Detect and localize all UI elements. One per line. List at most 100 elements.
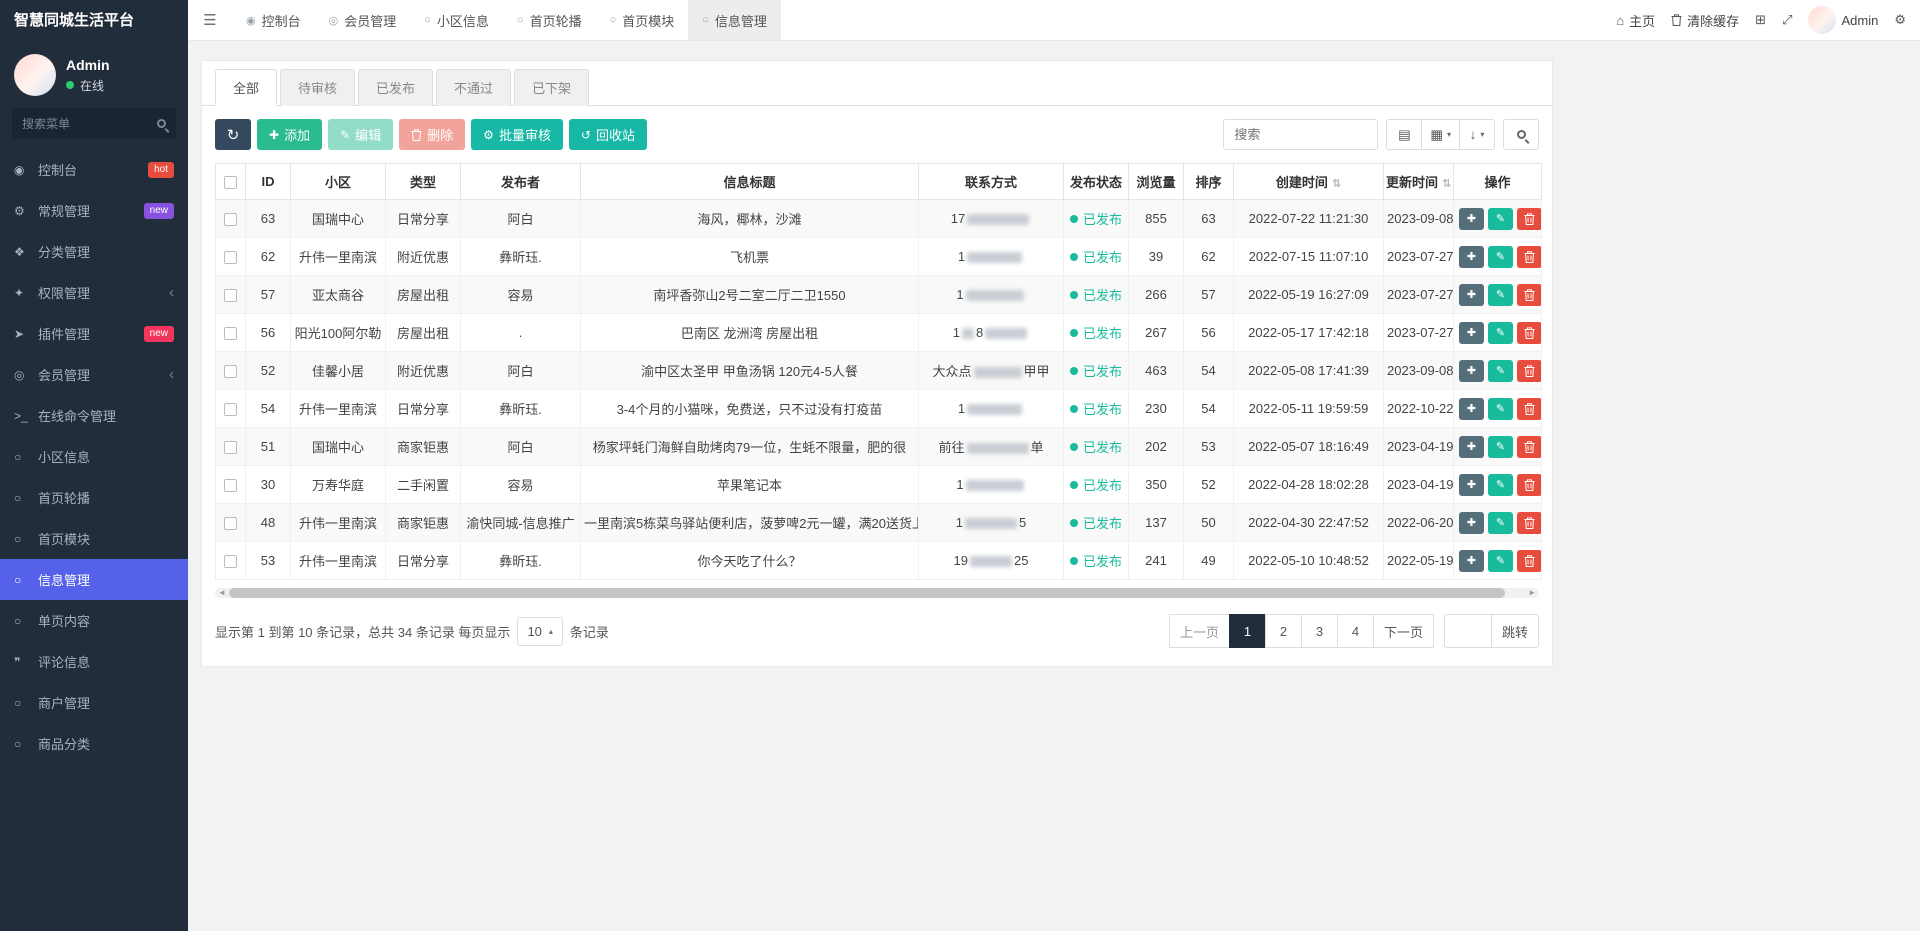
status-tab[interactable]: 全部: [215, 69, 277, 106]
menu-search-input[interactable]: [22, 117, 157, 131]
row-delete-button[interactable]: [1517, 474, 1542, 496]
row-checkbox[interactable]: [224, 479, 237, 492]
horizontal-scrollbar[interactable]: ◄ ►: [215, 588, 1539, 598]
row-checkbox[interactable]: [224, 251, 237, 264]
settings-button[interactable]: ⚙: [1894, 12, 1906, 28]
scrollbar-thumb[interactable]: [229, 588, 1505, 598]
column-header[interactable]: 创建时间⇅: [1234, 164, 1384, 200]
row-edit-button[interactable]: ✎: [1488, 284, 1513, 306]
edit-button[interactable]: ✎ 编辑: [328, 119, 393, 150]
sidebar-item[interactable]: ⚙常规管理new: [0, 190, 188, 231]
search-submit-button[interactable]: [1503, 119, 1539, 150]
add-button[interactable]: ✚ 添加: [257, 119, 322, 150]
row-edit-button[interactable]: ✎: [1488, 436, 1513, 458]
sidebar-item[interactable]: ○首页轮播: [0, 477, 188, 518]
refresh-button[interactable]: ↻: [215, 119, 251, 150]
next-page-button[interactable]: 下一页: [1373, 614, 1434, 648]
status-tab[interactable]: 不通过: [436, 69, 511, 106]
row-delete-button[interactable]: [1517, 322, 1542, 344]
view-toggle-button[interactable]: ▤: [1386, 119, 1422, 150]
row-edit-button[interactable]: ✎: [1488, 322, 1513, 344]
export-dropdown-button[interactable]: ↓ ▾: [1459, 119, 1495, 150]
columns-dropdown-button[interactable]: ▦ ▾: [1421, 119, 1460, 150]
row-detail-button[interactable]: ✚: [1459, 284, 1484, 306]
scroll-right-icon[interactable]: ►: [1528, 588, 1536, 598]
row-delete-button[interactable]: [1517, 512, 1542, 534]
row-checkbox[interactable]: [224, 327, 237, 340]
topbar-tab[interactable]: ○首页模块: [596, 0, 689, 40]
prev-page-button[interactable]: 上一页: [1169, 614, 1230, 648]
fullscreen-button[interactable]: ⤢: [1782, 12, 1792, 28]
row-delete-button[interactable]: [1517, 208, 1542, 230]
page-number-button[interactable]: 4: [1337, 614, 1374, 648]
sort-icon[interactable]: ⇅: [1332, 178, 1341, 190]
page-number-button[interactable]: 3: [1301, 614, 1338, 648]
delete-button[interactable]: 删除: [399, 119, 465, 150]
row-checkbox[interactable]: [224, 441, 237, 454]
page-number-button[interactable]: 1: [1229, 614, 1266, 648]
batch-audit-button[interactable]: ⚙ 批量审核: [471, 119, 563, 150]
sort-icon[interactable]: ⇅: [1442, 178, 1451, 190]
row-checkbox[interactable]: [224, 555, 237, 568]
row-detail-button[interactable]: ✚: [1459, 474, 1484, 496]
row-edit-button[interactable]: ✎: [1488, 512, 1513, 534]
table-search-input[interactable]: [1223, 119, 1378, 150]
row-checkbox[interactable]: [224, 289, 237, 302]
row-detail-button[interactable]: ✚: [1459, 246, 1484, 268]
sidebar-item[interactable]: ○单页内容: [0, 600, 188, 641]
sidebar-item[interactable]: ✦权限管理‹: [0, 272, 188, 313]
scroll-left-icon[interactable]: ◄: [218, 588, 226, 598]
clear-cache-button[interactable]: 清除缓存: [1671, 11, 1739, 30]
row-edit-button[interactable]: ✎: [1488, 398, 1513, 420]
status-tab[interactable]: 已下架: [514, 69, 589, 106]
sidebar-item[interactable]: ○商品分类: [0, 723, 188, 764]
row-edit-button[interactable]: ✎: [1488, 246, 1513, 268]
topbar-tab[interactable]: ◎会员管理: [315, 0, 411, 40]
row-delete-button[interactable]: [1517, 284, 1542, 306]
language-button[interactable]: ⊞: [1755, 12, 1766, 28]
sidebar-item[interactable]: ○商户管理: [0, 682, 188, 723]
recycle-bin-button[interactable]: ↺ 回收站: [569, 119, 647, 150]
row-edit-button[interactable]: ✎: [1488, 208, 1513, 230]
topbar-tab[interactable]: ◉控制台: [232, 0, 315, 40]
status-tab[interactable]: 待审核: [280, 69, 355, 106]
topbar-tab[interactable]: ○小区信息: [410, 0, 503, 40]
topbar-tab[interactable]: ○首页轮播: [503, 0, 596, 40]
row-edit-button[interactable]: ✎: [1488, 474, 1513, 496]
sidebar-item[interactable]: ◎会员管理‹: [0, 354, 188, 395]
sidebar-item[interactable]: ◉控制台hot: [0, 149, 188, 190]
sidebar-item[interactable]: >_在线命令管理: [0, 395, 188, 436]
sidebar-item[interactable]: ❖分类管理: [0, 231, 188, 272]
row-checkbox[interactable]: [224, 213, 237, 226]
sidebar-item[interactable]: ○首页模块: [0, 518, 188, 559]
row-delete-button[interactable]: [1517, 398, 1542, 420]
row-edit-button[interactable]: ✎: [1488, 360, 1513, 382]
row-detail-button[interactable]: ✚: [1459, 208, 1484, 230]
status-tab[interactable]: 已发布: [358, 69, 433, 106]
row-delete-button[interactable]: [1517, 360, 1542, 382]
sidebar-item[interactable]: ○小区信息: [0, 436, 188, 477]
row-detail-button[interactable]: ✚: [1459, 322, 1484, 344]
row-checkbox[interactable]: [224, 365, 237, 378]
topbar-user[interactable]: Admin: [1808, 6, 1878, 34]
row-delete-button[interactable]: [1517, 436, 1542, 458]
column-header[interactable]: 更新时间⇅: [1384, 164, 1454, 200]
row-delete-button[interactable]: [1517, 550, 1542, 572]
page-jump-input[interactable]: [1444, 614, 1492, 648]
page-jump-button[interactable]: 跳转: [1492, 614, 1539, 648]
row-detail-button[interactable]: ✚: [1459, 436, 1484, 458]
sidebar-item[interactable]: ❞评论信息: [0, 641, 188, 682]
row-checkbox[interactable]: [224, 403, 237, 416]
topbar-tab[interactable]: ○信息管理: [688, 0, 781, 40]
row-delete-button[interactable]: [1517, 246, 1542, 268]
row-checkbox[interactable]: [224, 517, 237, 530]
row-detail-button[interactable]: ✚: [1459, 398, 1484, 420]
sidebar-item[interactable]: ➤插件管理new: [0, 313, 188, 354]
page-size-dropdown[interactable]: 10 ▴: [517, 617, 562, 646]
home-button[interactable]: ⌂ 主页: [1616, 11, 1655, 30]
sidebar-item[interactable]: ○信息管理: [0, 559, 188, 600]
row-edit-button[interactable]: ✎: [1488, 550, 1513, 572]
page-number-button[interactable]: 2: [1265, 614, 1302, 648]
row-detail-button[interactable]: ✚: [1459, 512, 1484, 534]
select-all-checkbox[interactable]: [224, 176, 237, 189]
